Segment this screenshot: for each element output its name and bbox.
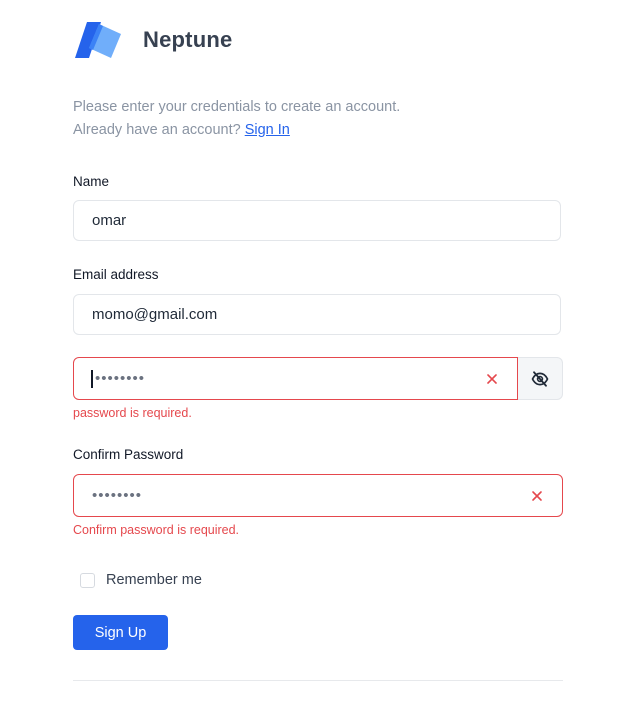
password-group (73, 357, 563, 400)
signin-prompt-text: Already have an account? (73, 122, 245, 138)
close-icon (532, 490, 542, 501)
confirm-password-clear-button[interactable] (522, 481, 552, 511)
sign-up-button[interactable]: Sign Up (73, 615, 168, 650)
intro-line: Please enter your credentials to create … (73, 99, 401, 115)
password-field-wrapper (73, 357, 518, 400)
confirm-password-input[interactable] (74, 475, 522, 516)
remember-me-checkbox[interactable] (80, 572, 95, 588)
confirm-password-error: Confirm password is required. (73, 523, 240, 537)
password-clear-button[interactable] (477, 364, 507, 394)
brand-header: Neptune (73, 18, 232, 62)
confirm-password-field-wrapper (73, 474, 563, 517)
confirm-password-label: Confirm Password (73, 447, 184, 462)
remember-me-label[interactable]: Remember me (106, 572, 202, 588)
password-visibility-toggle[interactable] (518, 357, 563, 400)
name-field-wrapper (73, 200, 561, 241)
neptune-logo-icon (75, 22, 121, 58)
signin-link[interactable]: Sign In (245, 122, 290, 138)
email-label: Email address (73, 267, 159, 282)
intro-text: Please enter your credentials to create … (73, 96, 400, 142)
email-field-wrapper (73, 294, 561, 335)
email-input[interactable] (74, 295, 560, 334)
name-label: Name (73, 174, 110, 189)
password-input[interactable] (93, 358, 477, 399)
signup-page: Neptune Please enter your credentials to… (0, 0, 642, 718)
name-input[interactable] (74, 201, 560, 240)
password-error: password is required. (73, 406, 192, 420)
brand-name: Neptune (143, 27, 233, 52)
remember-me: Remember me (80, 572, 202, 588)
close-icon (487, 373, 497, 384)
divider (73, 680, 563, 681)
eye-slash-icon (531, 370, 549, 387)
signin-prompt: Already have an account? Sign In (73, 119, 400, 142)
